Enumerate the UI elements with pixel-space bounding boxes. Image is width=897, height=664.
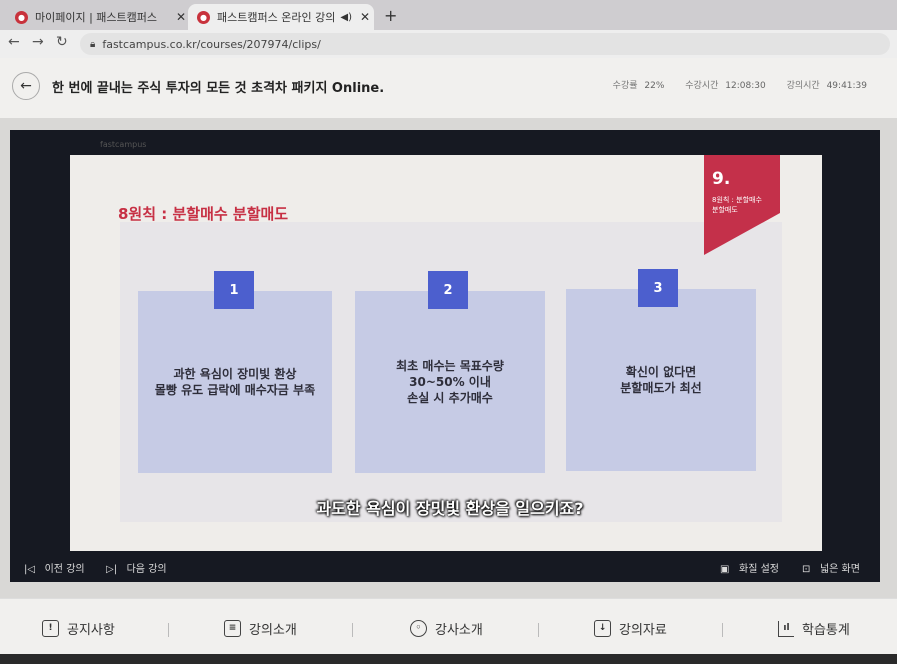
divider bbox=[538, 623, 539, 637]
person-icon: ◦ bbox=[410, 620, 427, 637]
url-text: fastcampus.co.kr/courses/207974/clips/ bbox=[102, 37, 321, 51]
nav-label: 강의자료 bbox=[619, 623, 667, 638]
next-lecture-button[interactable]: ▷| 다음 강의 bbox=[106, 560, 167, 575]
back-arrow-icon: ← bbox=[20, 78, 32, 94]
card-number-badge: 2 bbox=[428, 271, 468, 309]
principle-card-2: 최초 매수는 목표수량 30~50% 이내 손실 시 추가매수 bbox=[355, 291, 545, 473]
tab-title: 마이페이지 | 패스트캠퍼스 bbox=[35, 11, 158, 24]
wide-screen-label: 넓은 화면 bbox=[819, 564, 860, 575]
bar-chart-icon: ıl bbox=[778, 620, 794, 637]
card-number-badge: 1 bbox=[214, 271, 254, 309]
card-text: 과한 욕심이 장미빛 환상 몰빵 유도 급락에 매수자금 부족 bbox=[154, 367, 316, 397]
tab-title: 패스트캠퍼스 온라인 강의 bbox=[217, 11, 336, 24]
prev-lecture-button[interactable]: |◁ 이전 강의 bbox=[24, 560, 85, 575]
reload-icon[interactable]: ↻ bbox=[56, 34, 68, 50]
course-title: 한 번에 끝내는 주식 투자의 모든 것 초격차 패키지 Online. bbox=[52, 81, 385, 96]
stat-value: 22% bbox=[644, 81, 665, 91]
back-arrow-icon[interactable]: ← bbox=[8, 34, 20, 50]
divider bbox=[722, 623, 723, 637]
stat-label: 수강률 bbox=[612, 81, 638, 91]
nav-label: 강의소개 bbox=[249, 623, 297, 638]
slide-title: 8원칙 : 분할매수 분할매도 bbox=[118, 205, 289, 223]
lecture-slide: fastcampus 8원칙 : 분할매수 분할매도 9. 8원칙 : 분할매수… bbox=[70, 140, 822, 551]
url-field[interactable]: 🔒︎ fastcampus.co.kr/courses/207974/clips… bbox=[80, 33, 890, 55]
browser-tab-mypage[interactable]: ● 마이페이지 | 패스트캠퍼스 ✕ bbox=[6, 4, 190, 30]
quality-settings-button[interactable]: ▣ 화질 설정 bbox=[720, 560, 779, 575]
video-subtitle: 과도한 욕심이 장밋빛 환상을 일으키죠? bbox=[316, 499, 584, 518]
browser-tab-bar: ● 마이페이지 | 패스트캠퍼스 ✕ ● 패스트캠퍼스 온라인 강의 ◀) ✕ … bbox=[0, 0, 897, 30]
quality-icon: ▣ bbox=[720, 564, 730, 575]
browser-tab-lecture[interactable]: ● 패스트캠퍼스 온라인 강의 ◀) ✕ bbox=[188, 4, 374, 30]
address-bar-row: ← → ↻ 🔒︎ fastcampus.co.kr/courses/207974… bbox=[0, 30, 897, 58]
skip-previous-icon: |◁ bbox=[24, 564, 36, 575]
back-button[interactable]: ← bbox=[12, 72, 40, 100]
close-icon[interactable]: ✕ bbox=[356, 10, 374, 24]
bottom-navigation: ! 공지사항 ≡ 강의소개 ◦ 강사소개 ↓ 강의자료 ıl 학습통계 bbox=[0, 598, 897, 655]
nav-instructor[interactable]: ◦ 강사소개 bbox=[410, 619, 483, 638]
skip-next-icon: ▷| bbox=[106, 564, 118, 575]
section-label: 8원칙 : 분할매수 분할매도 bbox=[712, 196, 762, 214]
card-number-badge: 3 bbox=[638, 269, 678, 307]
os-taskbar bbox=[0, 654, 897, 664]
stat-value: 12:08:30 bbox=[725, 81, 766, 91]
course-stats: 수강률 22% 수강시간 12:08:30 강의시간 49:41:39 bbox=[609, 78, 867, 91]
stat-label: 강의시간 bbox=[786, 81, 820, 91]
nav-notice[interactable]: ! 공지사항 bbox=[42, 619, 115, 638]
principle-card-1: 과한 욕심이 장미빛 환상 몰빵 유도 급락에 매수자금 부족 bbox=[138, 291, 332, 473]
section-number: 9. bbox=[712, 169, 731, 189]
fastcampus-favicon-icon: ● bbox=[15, 10, 28, 24]
watermark: fastcampus bbox=[100, 140, 147, 149]
fastcampus-favicon-icon: ● bbox=[197, 10, 210, 24]
new-tab-icon[interactable]: + bbox=[384, 6, 397, 25]
notice-icon: ! bbox=[42, 620, 59, 637]
nav-course-intro[interactable]: ≡ 강의소개 bbox=[224, 619, 297, 638]
forward-arrow-icon[interactable]: → bbox=[32, 34, 44, 50]
divider bbox=[352, 623, 353, 637]
card-text: 최초 매수는 목표수량 30~50% 이내 손실 시 추가매수 bbox=[396, 359, 504, 405]
course-header: ← 한 번에 끝내는 주식 투자의 모든 것 초격차 패키지 Online. 수… bbox=[0, 58, 897, 118]
speaker-icon[interactable]: ◀) bbox=[340, 12, 352, 23]
nav-label: 학습통계 bbox=[802, 623, 850, 638]
next-lecture-label: 다음 강의 bbox=[126, 564, 167, 575]
wide-screen-icon: ⊡ bbox=[802, 564, 811, 575]
stat-value: 49:41:39 bbox=[826, 81, 867, 91]
stat-label: 수강시간 bbox=[685, 81, 719, 91]
card-text: 확신이 없다면 분할매도가 최선 bbox=[620, 365, 702, 395]
video-player[interactable]: fastcampus 8원칙 : 분할매수 분할매도 9. 8원칙 : 분할매수… bbox=[10, 130, 880, 582]
quality-label: 화질 설정 bbox=[739, 564, 779, 575]
principle-card-3: 확신이 없다면 분할매도가 최선 bbox=[566, 289, 756, 471]
nav-materials[interactable]: ↓ 강의자료 bbox=[594, 619, 667, 638]
wide-screen-button[interactable]: ⊡ 넓은 화면 bbox=[802, 560, 860, 575]
download-icon: ↓ bbox=[594, 620, 611, 637]
prev-lecture-label: 이전 강의 bbox=[44, 564, 85, 575]
nav-label: 강사소개 bbox=[435, 623, 483, 638]
nav-learning-stats[interactable]: ıl 학습통계 bbox=[778, 619, 850, 638]
nav-label: 공지사항 bbox=[67, 623, 115, 638]
lock-icon: 🔒︎ bbox=[90, 38, 96, 50]
clipboard-icon: ≡ bbox=[224, 620, 241, 637]
divider bbox=[168, 623, 169, 637]
